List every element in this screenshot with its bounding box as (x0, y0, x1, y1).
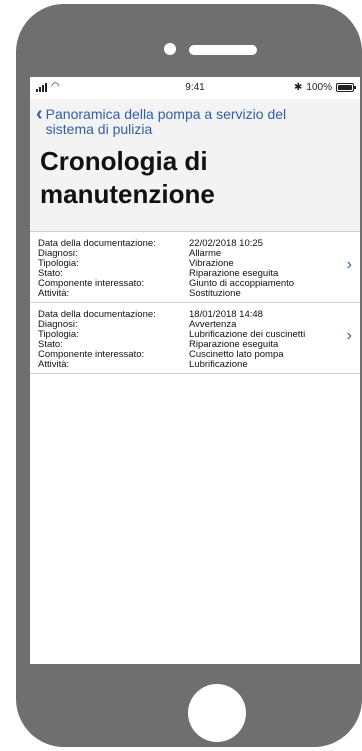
back-label: Panoramica della pompa a servizio del si… (45, 106, 287, 137)
activity-value: Lubrificazione (189, 359, 248, 370)
chevron-right-icon: › (346, 327, 352, 344)
page-title: Cronologia di manutenzione (40, 146, 215, 209)
chevron-right-icon: › (346, 256, 352, 273)
screen: ◠ 9:41 ✱ 100% ‹ Panoramica della pompa a… (30, 77, 360, 664)
earpiece-speaker (189, 45, 257, 55)
list-item[interactable]: Data della documentazione: 18/01/2018 14:… (30, 302, 360, 374)
status-bar-right: ✱ 100% (294, 82, 356, 93)
status-bar: ◠ 9:41 ✱ 100% (30, 77, 360, 99)
page-header: ‹ Panoramica della pompa a servizio del … (30, 99, 360, 231)
home-button[interactable] (188, 684, 246, 742)
battery-fill (338, 85, 352, 90)
front-camera (164, 43, 176, 55)
activity-value: Sostituzione (189, 288, 241, 299)
chevron-left-icon: ‹ (36, 103, 43, 125)
activity-label: Attività: (38, 288, 70, 299)
activity-label: Attività: (38, 359, 70, 370)
list-item[interactable]: Data della documentazione: 22/02/2018 10:… (30, 231, 360, 302)
bluetooth-icon: ✱ (294, 82, 303, 93)
battery-icon (336, 83, 356, 92)
maintenance-list: Data della documentazione: 22/02/2018 10:… (30, 231, 360, 374)
back-button[interactable]: ‹ Panoramica della pompa a servizio del … (36, 103, 316, 137)
battery-percentage: 100% (306, 82, 332, 93)
